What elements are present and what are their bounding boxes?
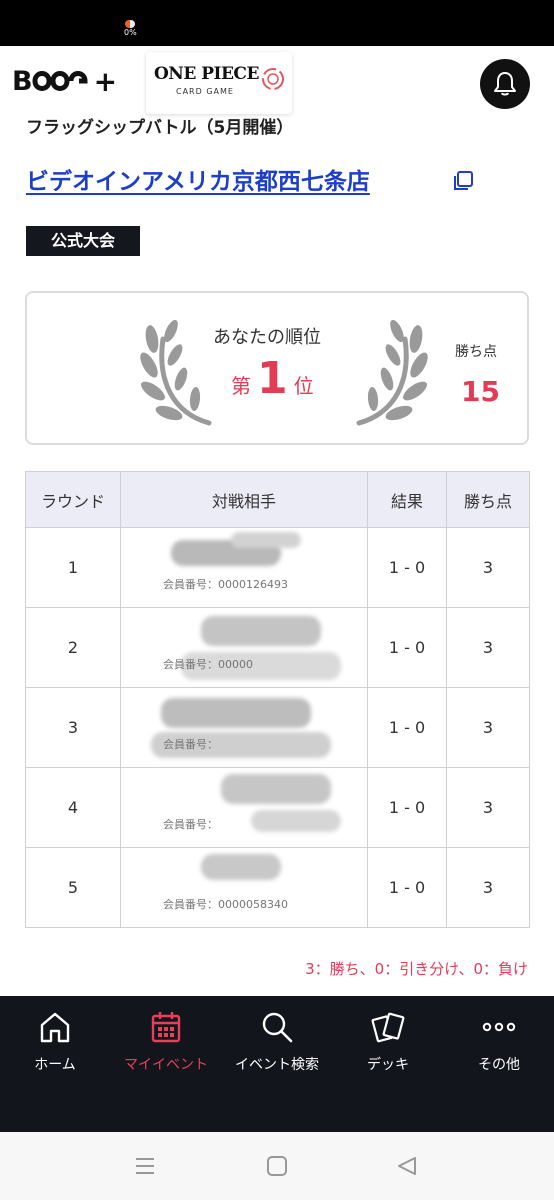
app-header: B + ONE PIECE CARD GAME bbox=[0, 46, 554, 120]
table-row: 4 会員番号： 1 - 0 3 bbox=[25, 767, 530, 848]
calendar-icon bbox=[151, 1012, 181, 1043]
round-cell: 4 bbox=[25, 767, 121, 848]
bell-icon bbox=[494, 72, 516, 96]
result-cell: 1 - 0 bbox=[367, 847, 447, 928]
column-header-round: ラウンド bbox=[25, 471, 121, 528]
redaction bbox=[201, 854, 281, 880]
table-row: 3 会員番号： 1 - 0 3 bbox=[25, 687, 530, 768]
brand-logo-plus: + bbox=[93, 64, 118, 98]
redaction bbox=[251, 810, 341, 832]
external-link-icon[interactable] bbox=[452, 170, 474, 192]
opponent-cell: 会員番号：00000 bbox=[120, 607, 368, 688]
round-cell: 2 bbox=[25, 607, 121, 688]
redaction bbox=[221, 774, 331, 804]
weather-icon bbox=[125, 20, 136, 28]
nav-deck-label: デッキ bbox=[367, 1057, 409, 1073]
brand-logo-letter: B bbox=[12, 65, 33, 97]
official-tournament-badge: 公式大会 bbox=[26, 226, 140, 256]
redaction bbox=[161, 698, 311, 728]
round-cell: 1 bbox=[25, 527, 121, 608]
member-id: 会員番号： bbox=[163, 818, 218, 831]
brand-logo-mark-icon bbox=[32, 71, 88, 91]
event-subtitle: フラッグシップバトル（5月開催） bbox=[26, 118, 294, 138]
total-points-value: 15 bbox=[461, 375, 500, 408]
rank-value: 第 1 位 bbox=[231, 353, 314, 404]
points-cell: 3 bbox=[446, 607, 530, 688]
result-cell: 1 - 0 bbox=[367, 767, 447, 848]
result-cell: 1 - 0 bbox=[367, 687, 447, 768]
nav-my-events[interactable]: マイイベント bbox=[111, 1010, 221, 1080]
nav-home-label: ホーム bbox=[34, 1057, 76, 1073]
notification-button[interactable] bbox=[480, 59, 530, 109]
rank-prefix: 第 bbox=[231, 374, 251, 398]
home-system-icon[interactable] bbox=[266, 1156, 288, 1176]
points-cell: 3 bbox=[446, 847, 530, 928]
table-header-row: ラウンド 対戦相手 結果 勝ち点 bbox=[25, 471, 530, 528]
member-id: 会員番号： bbox=[163, 738, 218, 751]
table-row: 5 会員番号：0000058340 1 - 0 3 bbox=[25, 847, 530, 928]
rank-card: あなたの順位 第 1 位 勝ち点 15 bbox=[25, 291, 529, 445]
round-cell: 3 bbox=[25, 687, 121, 768]
weather-indicator: 0% bbox=[124, 20, 137, 37]
results-table: ラウンド 対戦相手 結果 勝ち点 1 会員番号：0000126493 1 - 0… bbox=[25, 471, 530, 928]
opponent-cell: 会員番号：0000126493 bbox=[120, 527, 368, 608]
points-cell: 3 bbox=[446, 527, 530, 608]
swirl-icon bbox=[262, 68, 284, 90]
home-icon bbox=[40, 1012, 70, 1043]
nav-more[interactable]: その他 bbox=[444, 1010, 554, 1080]
brand-logo[interactable]: B + bbox=[12, 64, 118, 98]
column-header-result: 結果 bbox=[367, 471, 447, 528]
nav-event-search-label: イベント検索 bbox=[235, 1057, 319, 1073]
table-row: 1 会員番号：0000126493 1 - 0 3 bbox=[25, 527, 530, 608]
round-cell: 5 bbox=[25, 847, 121, 928]
nav-deck[interactable]: デッキ bbox=[333, 1010, 443, 1080]
opponent-cell: 会員番号：0000058340 bbox=[120, 847, 368, 928]
nav-home[interactable]: ホーム bbox=[0, 1010, 110, 1080]
rank-suffix: 位 bbox=[293, 374, 314, 398]
points-legend: 3：勝ち、0：引き分け、0：負け bbox=[305, 960, 528, 978]
system-nav-bar bbox=[0, 1132, 554, 1200]
table-row: 2 会員番号：00000 1 - 0 3 bbox=[25, 607, 530, 688]
points-cell: 3 bbox=[446, 687, 530, 768]
laurel-right-icon bbox=[356, 319, 428, 426]
back-icon[interactable] bbox=[396, 1156, 418, 1176]
redaction bbox=[231, 532, 301, 548]
result-cell: 1 - 0 bbox=[367, 527, 447, 608]
bottom-nav: ホーム マイイベント イベント検索 デッキ その他 bbox=[0, 996, 554, 1132]
total-points-label: 勝ち点 bbox=[455, 344, 497, 360]
nav-more-label: その他 bbox=[478, 1057, 520, 1073]
one-piece-logo: ONE PIECE CARD GAME bbox=[146, 52, 292, 114]
status-bar: 0% bbox=[0, 0, 554, 46]
one-piece-logo-title: ONE PIECE bbox=[154, 64, 259, 84]
one-piece-logo-subtitle: CARD GAME bbox=[176, 87, 234, 96]
rank-number: 1 bbox=[257, 353, 288, 404]
rank-label: あなたの順位 bbox=[213, 327, 321, 348]
nav-my-events-label: マイイベント bbox=[124, 1057, 208, 1073]
recent-apps-icon[interactable] bbox=[134, 1156, 156, 1176]
weather-indicator-text: 0% bbox=[124, 28, 137, 37]
member-id: 会員番号：00000 bbox=[163, 658, 253, 671]
member-id: 会員番号：0000058340 bbox=[163, 898, 288, 911]
opponent-cell: 会員番号： bbox=[120, 687, 368, 768]
member-id: 会員番号：0000126493 bbox=[163, 578, 288, 591]
redaction bbox=[201, 616, 321, 646]
cards-icon bbox=[371, 1012, 405, 1043]
store-name-link[interactable]: ビデオインアメリカ京都西七条店 bbox=[26, 162, 370, 196]
column-header-opponent: 対戦相手 bbox=[120, 471, 368, 528]
points-cell: 3 bbox=[446, 767, 530, 848]
search-icon bbox=[262, 1012, 293, 1043]
result-cell: 1 - 0 bbox=[367, 607, 447, 688]
nav-event-search[interactable]: イベント検索 bbox=[222, 1010, 332, 1080]
more-icon bbox=[482, 1022, 516, 1032]
column-header-points: 勝ち点 bbox=[446, 471, 530, 528]
opponent-cell: 会員番号： bbox=[120, 767, 368, 848]
